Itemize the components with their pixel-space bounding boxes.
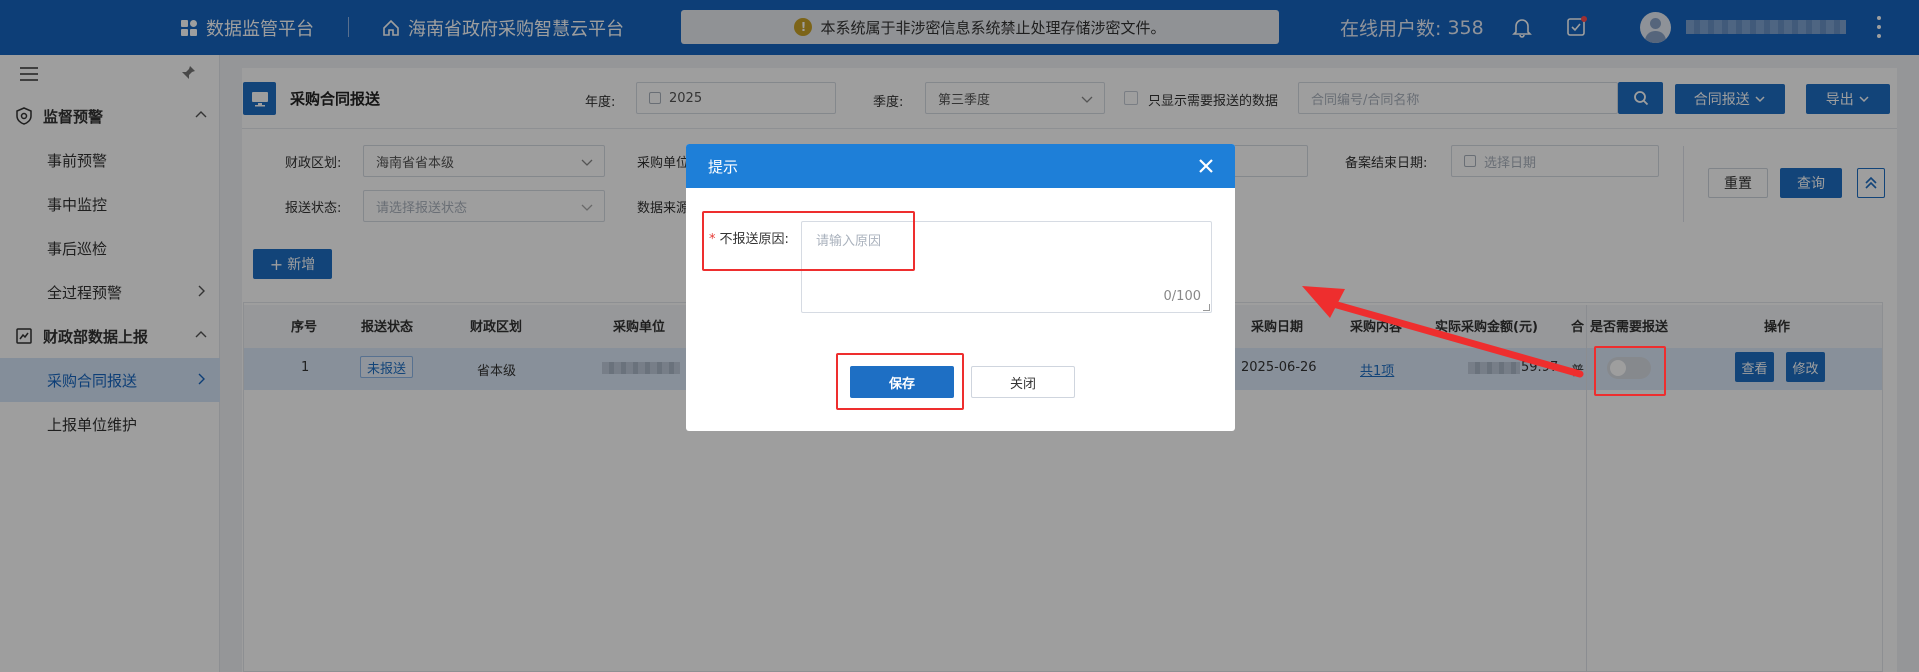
- annotation-arrow-icon: [1302, 286, 1584, 378]
